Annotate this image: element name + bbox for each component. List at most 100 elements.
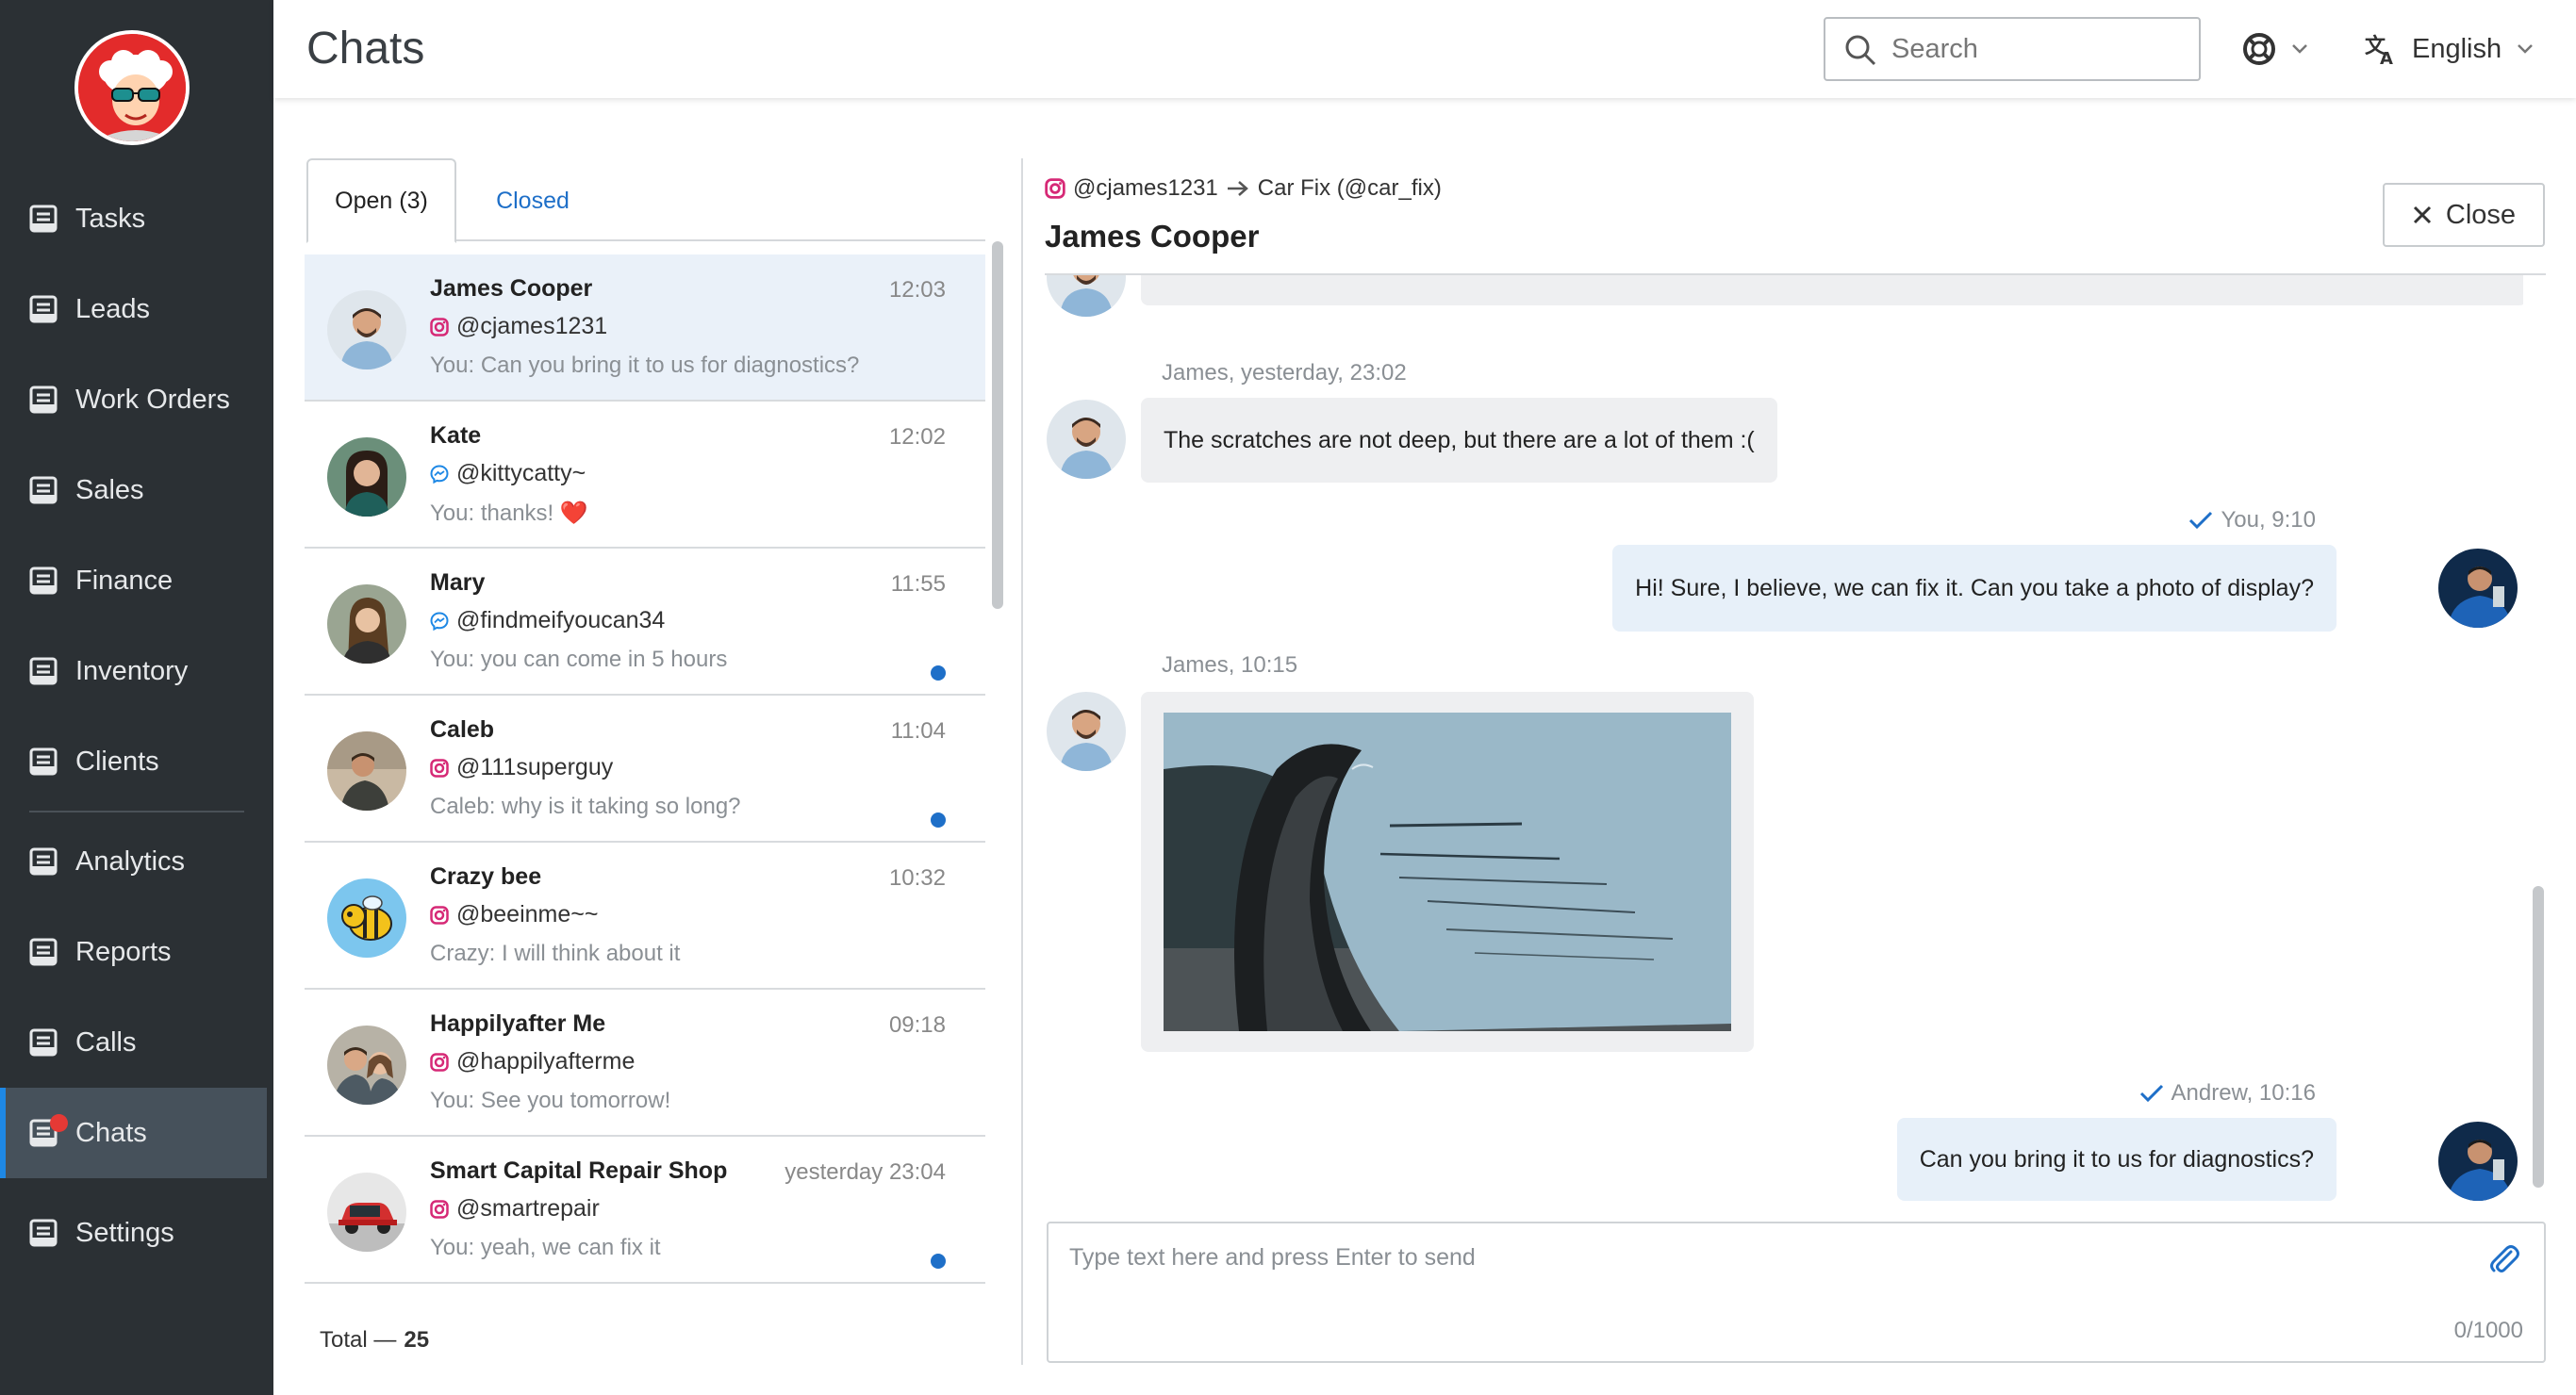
chat-list-item[interactable]: Mary 11:55 @findmeifyoucan34 You: you ca…: [305, 549, 985, 696]
chat-list-item[interactable]: Happilyafter Me 09:18 @happilyafterme Yo…: [305, 990, 985, 1137]
list-icon: [29, 847, 58, 876]
message-bubble-incoming: The scratches are not deep, but there ar…: [1141, 398, 1777, 483]
chat-handle-text: @111superguy: [456, 754, 614, 780]
total-label: Total —: [320, 1327, 397, 1353]
avatar: [327, 584, 406, 664]
chat-list-item[interactable]: Smart Capital Repair Shop yesterday 23:0…: [305, 1137, 985, 1284]
sidebar-item-inventory[interactable]: Inventory: [0, 626, 267, 716]
help-menu[interactable]: [2242, 28, 2318, 70]
translate-icon: 文A: [2365, 34, 2393, 66]
page-title: Chats: [306, 24, 425, 74]
total-count: 25: [404, 1327, 430, 1353]
paperclip-icon: [2490, 1245, 2519, 1272]
chat-tabs: Open (3) Closed: [306, 158, 985, 243]
chevron-down-icon: [2518, 44, 2534, 54]
app-logo[interactable]: [74, 30, 190, 145]
agent-avatar: [2438, 549, 2518, 628]
chat-list-item[interactable]: Kate 12:02 @kittycatty~ You: thanks! ❤️: [305, 402, 985, 549]
sidebar-divider: [29, 811, 244, 812]
chat-handle-text: @kittycatty~: [456, 460, 586, 486]
sidebar-item-sales[interactable]: Sales: [0, 445, 267, 535]
chat-preview: You: thanks! ❤️: [430, 501, 588, 526]
close-icon: [2413, 205, 2431, 224]
chat-handle-text: @happilyafterme: [456, 1048, 636, 1075]
message-bubble-clipped: [1141, 275, 2523, 305]
list-icon: [29, 386, 58, 414]
avatar: [327, 1173, 406, 1252]
messenger-icon: [430, 611, 449, 631]
sidebar-item-work-orders[interactable]: Work Orders: [0, 354, 267, 445]
message-meta: You, 9:10: [2188, 507, 2316, 533]
list-icon: [29, 747, 58, 776]
message-meta: James, 10:15: [1162, 652, 1298, 678]
unread-indicator: [931, 1254, 946, 1269]
list-icon: [29, 1028, 58, 1057]
top-header: Chats 文A English: [273, 0, 2576, 98]
chat-handle: @findmeifyoucan34: [430, 607, 665, 634]
list-icon: [29, 657, 58, 685]
lifebuoy-icon: [2243, 33, 2275, 65]
message-bubble-outgoing: Hi! Sure, I believe, we can fix it. Can …: [1612, 545, 2337, 632]
car-scratch-photo[interactable]: [1164, 713, 1731, 1031]
sidebar-item-reports[interactable]: Reports: [0, 907, 267, 997]
message-thread-scrollbar[interactable]: [2533, 302, 2544, 1199]
list-icon: [29, 566, 58, 595]
language-label: English: [2412, 33, 2502, 64]
chat-contact-name: Smart Capital Repair Shop: [430, 1157, 728, 1184]
chat-handle-text: @findmeifyoucan34: [456, 607, 666, 633]
tab-closed[interactable]: Closed: [457, 158, 608, 243]
chat-contact-name: Crazy bee: [430, 863, 542, 890]
chat-list-scrollbar[interactable]: [990, 241, 1003, 1297]
sidebar-item-label: Chats: [75, 1117, 147, 1148]
svg-text:A: A: [2380, 49, 2393, 66]
close-chat-button[interactable]: Close: [2383, 183, 2545, 247]
sidebar-item-label: Inventory: [75, 655, 189, 686]
language-selector[interactable]: 文A English: [2365, 25, 2553, 74]
sidebar-item-calls[interactable]: Calls: [0, 997, 267, 1088]
message-bubble-outgoing: Can you bring it to us for diagnostics?: [1896, 1118, 2337, 1201]
checkmark-icon: [2189, 511, 2213, 530]
chat-preview: You: See you tomorrow!: [430, 1088, 671, 1113]
chat-time: yesterday 23:04: [784, 1159, 946, 1185]
chat-contact-name: Happilyafter Me: [430, 1010, 606, 1037]
chat-handle-text: @smartrepair: [456, 1195, 600, 1222]
message-input[interactable]: [1069, 1244, 2446, 1301]
message-meta: James, yesterday, 23:02: [1162, 360, 1407, 386]
sidebar-item-label: Reports: [75, 936, 172, 967]
panel-divider: [1021, 158, 1023, 1365]
chat-handle: @kittycatty~: [430, 460, 586, 487]
messenger-icon: [430, 464, 449, 484]
sidebar-item-leads[interactable]: Leads: [0, 264, 267, 354]
search-input[interactable]: [1891, 30, 2184, 68]
chat-list-item[interactable]: James Cooper 12:03 @cjames1231 You: Can …: [305, 254, 985, 402]
notification-badge: [50, 1114, 68, 1132]
sidebar-item-label: Clients: [75, 746, 159, 777]
sidebar-item-label: Calls: [75, 1026, 137, 1058]
chat-list-item[interactable]: Crazy bee 10:32 @beeinme~~ Crazy: I will…: [305, 843, 985, 990]
avatar: [327, 878, 406, 958]
chat-contact-name: Caleb: [430, 716, 495, 743]
chat-list-item[interactable]: Caleb 11:04 @111superguy Caleb: why is i…: [305, 696, 985, 843]
chevron-down-icon: [2292, 44, 2307, 54]
sidebar-item-clients[interactable]: Clients: [0, 716, 267, 807]
message-meta: Andrew, 10:16: [2139, 1080, 2316, 1107]
sidebar-item-settings[interactable]: Settings: [0, 1188, 267, 1278]
search-box[interactable]: [1824, 17, 2201, 81]
character-counter: 0/1000: [2453, 1318, 2523, 1343]
chat-handle: @smartrepair: [430, 1195, 600, 1223]
message-meta-text: Andrew, 10:16: [2171, 1080, 2316, 1106]
attach-button[interactable]: [2485, 1240, 2523, 1278]
sidebar-item-analytics[interactable]: Analytics: [0, 816, 267, 907]
chat-time: 09:18: [888, 1012, 946, 1038]
tab-open[interactable]: Open (3): [306, 158, 456, 243]
unread-indicator: [931, 812, 946, 828]
list-icon: [29, 938, 58, 966]
chat-time: 11:04: [890, 718, 946, 744]
arrow-right-icon: [1227, 181, 1248, 196]
sidebar-item-tasks[interactable]: Tasks: [0, 173, 267, 264]
sidebar-item-label: Leads: [75, 293, 151, 324]
sidebar-item-finance[interactable]: Finance: [0, 535, 267, 626]
avatar: [327, 437, 406, 517]
avatar: [327, 731, 406, 811]
sidebar-item-chats[interactable]: Chats: [0, 1088, 267, 1178]
